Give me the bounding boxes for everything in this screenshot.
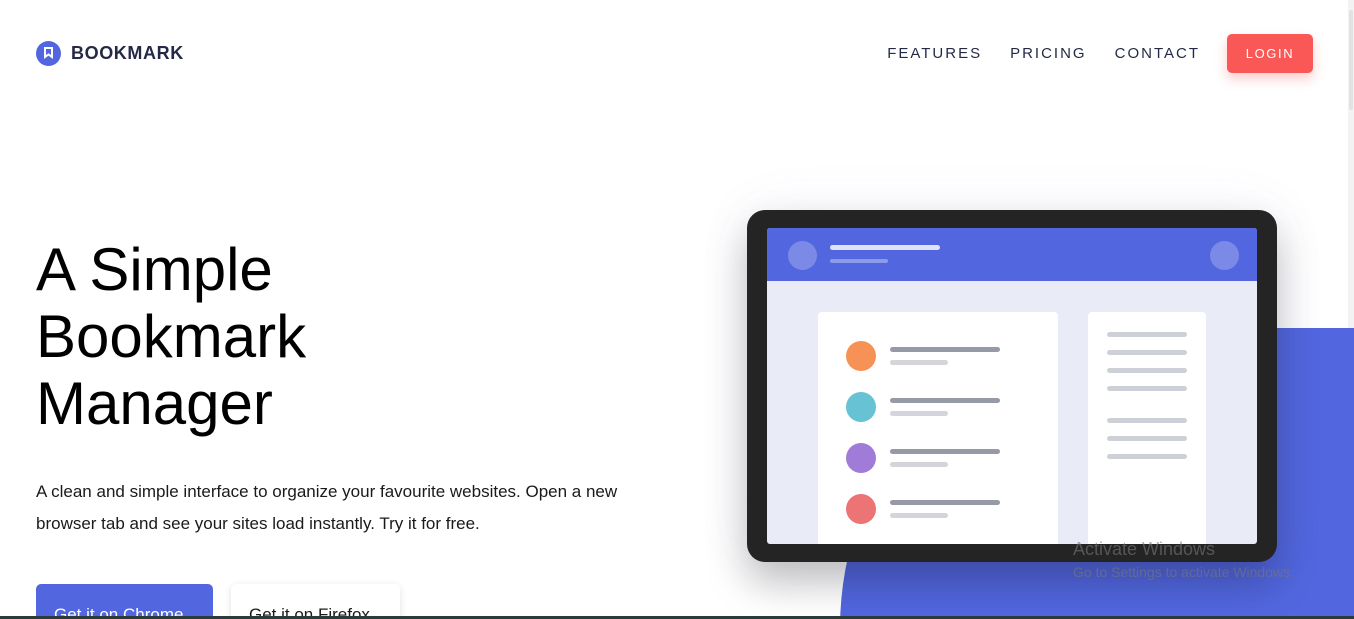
nav-link-pricing[interactable]: PRICING: [1010, 44, 1087, 64]
sidebar-line: [1107, 386, 1187, 391]
tablet-illustration: [747, 210, 1277, 562]
get-chrome-button[interactable]: Get it on Chrome: [36, 584, 213, 619]
hero-description: A clean and simple interface to organize…: [36, 482, 618, 533]
bookmark-list-card: [818, 312, 1058, 544]
sidebar-line: [1107, 368, 1187, 373]
sidebar-line: [1107, 332, 1187, 337]
screen-avatar-circle: [788, 241, 817, 270]
bookmark-subline: [890, 513, 948, 518]
main-nav: FEATURES PRICING CONTACT: [887, 44, 1200, 64]
windows-watermark-title: Activate Windows: [1073, 539, 1216, 559]
sidebar-card: [1088, 312, 1206, 544]
bookmark-dot-1: [846, 341, 876, 371]
nav-link-features[interactable]: FEATURES: [887, 44, 982, 64]
bookmark-line: [890, 500, 1000, 505]
logo-link[interactable]: BOOKMARK: [36, 41, 184, 66]
sidebar-line: [1107, 418, 1187, 423]
sidebar-line: [1107, 350, 1187, 355]
screen-top-bar: [767, 228, 1257, 281]
logo-text: BOOKMARK: [71, 43, 184, 63]
nav-link-contact[interactable]: CONTACT: [1115, 44, 1200, 64]
bookmark-line: [890, 398, 1000, 403]
sidebar-line: [1107, 454, 1187, 459]
windows-watermark-subtitle: Go to Settings to activate Windows.: [1073, 564, 1294, 580]
bookmark-subline: [890, 411, 948, 416]
bookmark-line: [890, 449, 1000, 454]
bookmark-line: [890, 347, 1000, 352]
screen-subtitle-line: [830, 259, 888, 263]
bookmark-subline: [890, 360, 948, 365]
bookmark-dot-4: [846, 494, 876, 524]
bookmark-logo-icon: [36, 41, 61, 66]
screen-menu-circle: [1210, 241, 1239, 270]
bookmark-dot-2: [846, 392, 876, 422]
get-firefox-button[interactable]: Get it on Firefox: [231, 584, 400, 619]
scrollbar-thumb[interactable]: [1349, 10, 1353, 110]
bookmark-subline: [890, 462, 948, 467]
login-button[interactable]: LOGIN: [1227, 34, 1313, 73]
tablet-screen: [767, 228, 1257, 544]
hero-title: A Simple Bookmark Manager: [36, 236, 307, 437]
bookmark-dot-3: [846, 443, 876, 473]
screen-title-line: [830, 245, 940, 250]
sidebar-line: [1107, 436, 1187, 441]
